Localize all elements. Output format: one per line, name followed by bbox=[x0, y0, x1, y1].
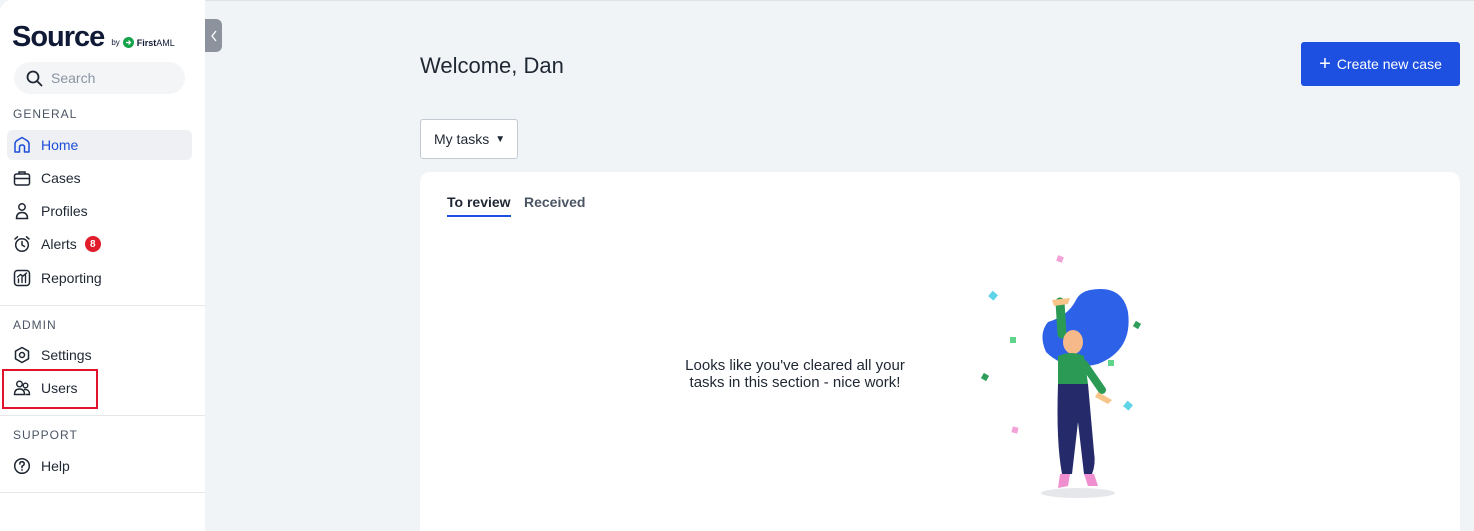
tasks-panel: To review Received Looks like you've cle… bbox=[420, 172, 1460, 531]
search-box[interactable] bbox=[14, 62, 185, 94]
app-logo[interactable]: Source by FirstAML bbox=[12, 20, 175, 52]
page-title: Welcome, Dan bbox=[420, 53, 564, 78]
logo-word: Source bbox=[12, 21, 105, 53]
first-aml-icon bbox=[122, 37, 134, 48]
tasks-filter-dropdown[interactable]: My tasks ▼ bbox=[420, 119, 518, 159]
person-icon bbox=[15, 203, 29, 220]
logo-brand-light: AML bbox=[156, 37, 175, 48]
sidebar-item-label: Help bbox=[41, 458, 70, 474]
sidebar-item-label: Cases bbox=[41, 170, 81, 186]
celebration-illustration bbox=[980, 255, 1142, 498]
caret-down-icon: ▼ bbox=[495, 133, 506, 145]
empty-state-line2: tasks in this section - nice work! bbox=[689, 374, 901, 391]
empty-state-line1: Looks like you've cleared all your bbox=[685, 357, 905, 374]
logo-by-first-aml: by FirstAML bbox=[111, 37, 175, 48]
top-border bbox=[205, 0, 1474, 1]
sidebar-item-profiles[interactable]: Profiles bbox=[7, 196, 192, 226]
create-button-label: Create new case bbox=[1336, 56, 1442, 72]
sidebar-item-cases[interactable]: Cases bbox=[7, 163, 192, 193]
sidebar-item-label: Profiles bbox=[41, 203, 88, 219]
section-label-support: SUPPORT bbox=[13, 428, 78, 442]
home-icon bbox=[14, 136, 30, 153]
sidebar-item-settings[interactable]: Settings bbox=[7, 340, 192, 370]
tab-to-review[interactable]: To review bbox=[447, 194, 511, 217]
sidebar-divider bbox=[0, 305, 205, 306]
sidebar: Source by FirstAML GENERAL Home Cases Pr… bbox=[0, 0, 205, 531]
tasks-dropdown-label: My tasks bbox=[434, 131, 490, 147]
sidebar-item-label: Alerts bbox=[41, 236, 77, 252]
alerts-count-badge: 8 bbox=[84, 236, 101, 252]
sidebar-item-help[interactable]: Help bbox=[7, 451, 192, 481]
section-label-general: GENERAL bbox=[13, 107, 78, 121]
logo-by-text: by bbox=[111, 38, 120, 47]
sidebar-divider bbox=[0, 492, 205, 493]
alarm-clock-icon bbox=[14, 236, 30, 253]
users-highlight-annotation bbox=[2, 369, 98, 409]
chevron-left-icon bbox=[210, 30, 217, 41]
sidebar-item-reporting[interactable]: Reporting bbox=[7, 263, 192, 293]
sidebar-item-label: Settings bbox=[41, 347, 92, 363]
collapse-sidebar-button[interactable] bbox=[205, 19, 222, 52]
briefcase-icon bbox=[13, 171, 31, 186]
sidebar-item-label: Reporting bbox=[41, 270, 102, 286]
sidebar-item-home[interactable]: Home bbox=[7, 130, 192, 160]
sidebar-item-alerts[interactable]: Alerts 8 bbox=[7, 229, 192, 259]
help-icon bbox=[13, 457, 31, 475]
search-icon bbox=[26, 70, 43, 86]
empty-state-message: Looks like you've cleared all your tasks… bbox=[665, 357, 925, 391]
sidebar-item-label: Home bbox=[41, 137, 79, 153]
section-label-admin: ADMIN bbox=[13, 318, 57, 332]
chart-icon bbox=[13, 269, 31, 287]
plus-icon: + bbox=[1319, 53, 1331, 75]
settings-icon bbox=[14, 346, 30, 364]
create-new-case-button[interactable]: + Create new case bbox=[1301, 42, 1460, 86]
search-input[interactable] bbox=[51, 70, 171, 86]
logo-brand: FirstAML bbox=[137, 38, 175, 48]
logo-brand-bold: First bbox=[136, 37, 157, 48]
tab-received[interactable]: Received bbox=[524, 194, 585, 215]
sidebar-divider bbox=[0, 415, 205, 416]
